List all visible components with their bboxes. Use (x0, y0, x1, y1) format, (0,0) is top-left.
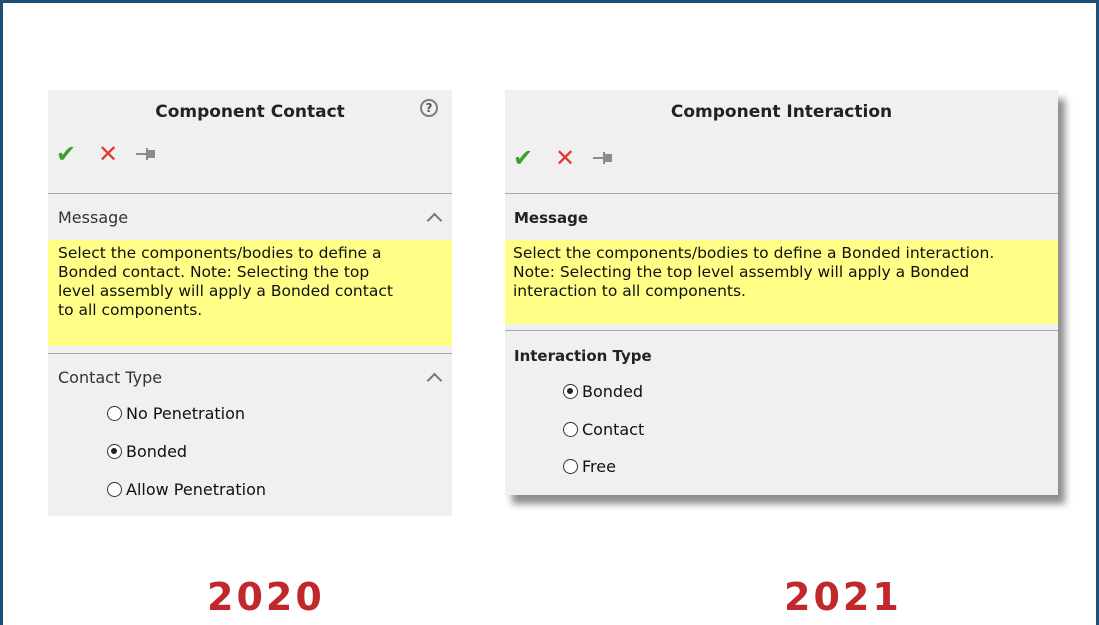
radio-option-contact[interactable]: Contact (563, 420, 644, 439)
radio-button[interactable] (563, 459, 578, 474)
radio-button[interactable] (563, 384, 578, 399)
radio-option-bonded[interactable]: Bonded (563, 382, 643, 401)
divider (505, 193, 1058, 194)
message-line: Select the components/bodies to define a (58, 244, 382, 262)
message-line: Select the components/bodies to define a… (513, 244, 995, 262)
ok-checkmark-icon[interactable]: ✔ (513, 144, 537, 172)
divider (48, 193, 452, 194)
radio-label: No Penetration (126, 404, 246, 423)
component-contact-panel: Component Contact ? ✔ ✕ Message Select t… (48, 90, 452, 516)
action-bar: ✔ ✕ (513, 144, 613, 172)
chevron-up-icon[interactable] (426, 212, 443, 229)
radio-option-allow-penetration[interactable]: Allow Penetration (107, 480, 266, 499)
message-line: to all components. (58, 301, 203, 319)
message-section-header: Message (514, 209, 588, 227)
action-bar: ✔ ✕ (56, 140, 156, 168)
message-text: Select the components/bodies to define a… (505, 240, 1058, 324)
panel-title: Component Contact (155, 102, 345, 122)
message-section-header[interactable]: Message (58, 208, 128, 227)
radio-label: Allow Penetration (126, 480, 267, 499)
message-text: Select the components/bodies to define a… (48, 240, 452, 346)
radio-button[interactable] (107, 482, 122, 497)
contact-type-section-header[interactable]: Contact Type (58, 368, 162, 387)
interaction-type-section-header: Interaction Type (514, 347, 652, 365)
pushpin-icon[interactable] (136, 147, 156, 161)
radio-label: Free (582, 457, 616, 476)
year-label-2020: 2020 (207, 575, 325, 619)
radio-button[interactable] (107, 406, 122, 421)
message-line: interaction to all components. (513, 282, 746, 300)
radio-label: Bonded (126, 442, 188, 461)
message-line: Note: Selecting the top level assembly w… (513, 263, 970, 281)
panel-title: Component Interaction (670, 102, 893, 122)
radio-button[interactable] (563, 422, 578, 437)
radio-label: Bonded (582, 382, 644, 401)
pushpin-icon[interactable] (593, 151, 613, 165)
ok-checkmark-icon[interactable]: ✔ (56, 140, 80, 168)
cancel-x-icon[interactable]: ✕ (555, 144, 577, 172)
message-line: Bonded contact. Note: Selecting the top (58, 263, 370, 281)
cancel-x-icon[interactable]: ✕ (98, 140, 120, 168)
radio-option-no-penetration[interactable]: No Penetration (107, 404, 245, 423)
year-label-2021: 2021 (784, 575, 902, 619)
radio-button[interactable] (107, 444, 122, 459)
radio-option-bonded[interactable]: Bonded (107, 442, 187, 461)
radio-option-free[interactable]: Free (563, 457, 616, 476)
divider (505, 330, 1058, 331)
radio-label: Contact (582, 420, 645, 439)
message-line: level assembly will apply a Bonded conta… (58, 282, 393, 300)
chevron-up-icon[interactable] (426, 372, 443, 389)
divider (48, 353, 452, 354)
help-icon[interactable]: ? (420, 99, 438, 117)
component-interaction-panel: Component Interaction ✔ ✕ Message Select… (505, 90, 1058, 495)
